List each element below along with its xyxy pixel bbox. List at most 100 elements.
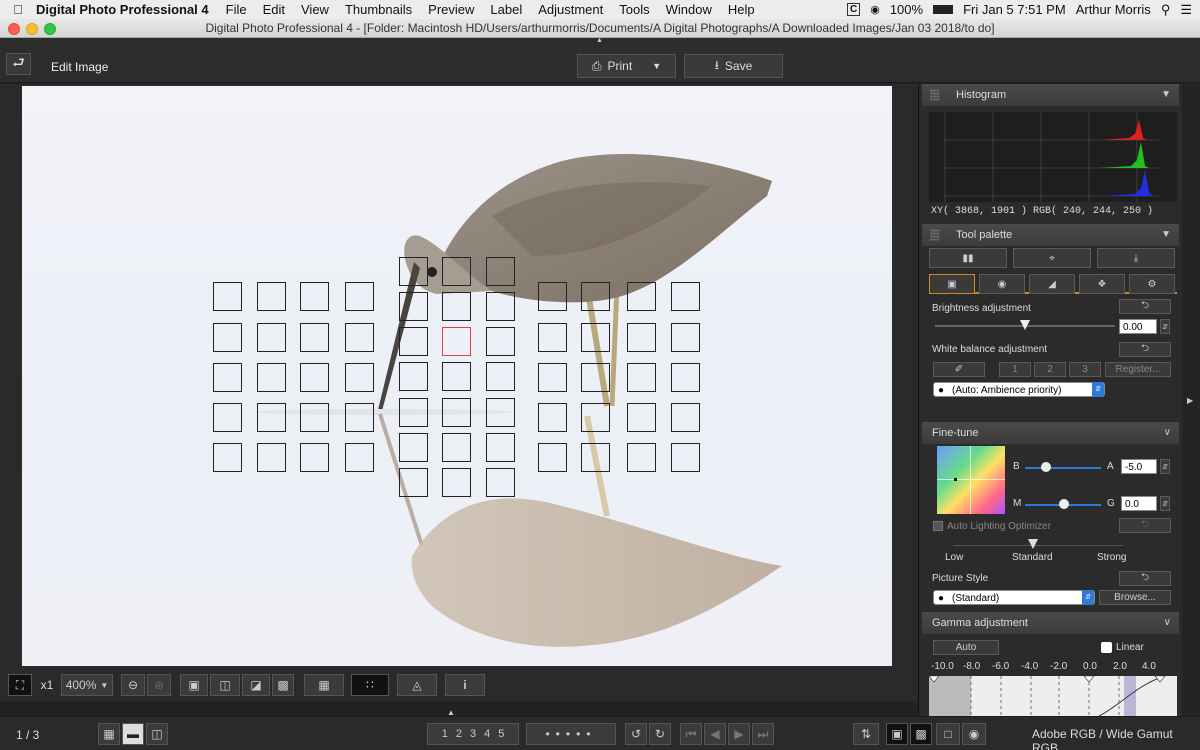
af-point[interactable] bbox=[671, 443, 700, 472]
chevron-down-icon[interactable]: ▼ bbox=[652, 61, 661, 71]
apple-icon[interactable]:  bbox=[0, 2, 36, 17]
app-menu[interactable]: Digital Photo Professional 4 bbox=[36, 2, 209, 17]
check-marks-button[interactable]: ••••• bbox=[526, 723, 616, 745]
clock[interactable]: Fri Jan 5 7:51 PM bbox=[963, 2, 1066, 17]
mg-slider-thumb[interactable] bbox=[1059, 499, 1069, 509]
rotate-right-button[interactable]: ↻ bbox=[649, 723, 671, 745]
af-point[interactable] bbox=[538, 282, 567, 311]
af-point[interactable] bbox=[442, 257, 471, 286]
af-point[interactable] bbox=[399, 327, 428, 356]
af-point[interactable] bbox=[627, 323, 656, 352]
af-point[interactable] bbox=[581, 282, 610, 311]
af-point[interactable] bbox=[399, 257, 428, 286]
g-value-field[interactable]: 0.0 bbox=[1121, 496, 1157, 511]
tab-color[interactable]: ❖ bbox=[1079, 274, 1125, 294]
af-point[interactable] bbox=[581, 323, 610, 352]
af-point[interactable] bbox=[399, 292, 428, 321]
a-value-field[interactable]: -5.0 bbox=[1121, 459, 1157, 474]
af-point[interactable] bbox=[399, 468, 428, 497]
menu-window[interactable]: Window bbox=[666, 2, 712, 17]
fit-screen-button[interactable]: ⛶ bbox=[8, 674, 32, 696]
rating-1[interactable]: 1 bbox=[442, 728, 448, 740]
af-point[interactable] bbox=[581, 443, 610, 472]
tool-crop-button[interactable]: ⌖ bbox=[1013, 248, 1091, 268]
g-stepper[interactable]: ⇵ bbox=[1160, 496, 1170, 511]
wb-register-button[interactable]: Register... bbox=[1105, 362, 1171, 377]
menu-preview[interactable]: Preview bbox=[428, 2, 474, 17]
af-point[interactable] bbox=[442, 362, 471, 391]
tool-palette-header[interactable]: Tool palette ▼ bbox=[922, 224, 1179, 246]
first-image-button[interactable]: ⏮ bbox=[680, 723, 702, 745]
af-point[interactable] bbox=[213, 282, 242, 311]
af-point[interactable] bbox=[257, 403, 286, 432]
tool-stamp-button[interactable]: ⤓ bbox=[1097, 248, 1175, 268]
wb-mode-select[interactable]: ● (Auto: Ambience priority) ⇵ bbox=[933, 382, 1105, 397]
tab-curve[interactable]: ◢ bbox=[1029, 274, 1075, 294]
af-point[interactable] bbox=[581, 363, 610, 392]
close-window-button[interactable] bbox=[8, 23, 20, 35]
af-point[interactable] bbox=[257, 443, 286, 472]
tab-tone[interactable]: ◉ bbox=[979, 274, 1025, 294]
af-point[interactable] bbox=[627, 282, 656, 311]
af-point[interactable] bbox=[213, 403, 242, 432]
af-point[interactable] bbox=[345, 323, 374, 352]
wb-reset-button[interactable]: ⮌ bbox=[1119, 342, 1171, 357]
rating-5[interactable]: 5 bbox=[498, 728, 504, 740]
af-point[interactable] bbox=[300, 363, 329, 392]
info-button[interactable]: i bbox=[445, 674, 485, 696]
gamma-auto-button[interactable]: Auto bbox=[933, 640, 999, 655]
af-point[interactable] bbox=[213, 443, 242, 472]
ba-slider-thumb[interactable] bbox=[1041, 462, 1051, 472]
menu-edit[interactable]: Edit bbox=[263, 2, 285, 17]
af-point[interactable] bbox=[213, 323, 242, 352]
rotate-left-button[interactable]: ↺ bbox=[625, 723, 647, 745]
alo-slider-thumb[interactable] bbox=[1028, 539, 1038, 549]
alo-slider-track[interactable] bbox=[953, 545, 1123, 546]
tab-settings[interactable]: ⚙ bbox=[1129, 274, 1175, 294]
next-image-button[interactable]: ▶ bbox=[728, 723, 750, 745]
print-button[interactable]: ⎙ Print ▼ bbox=[577, 54, 676, 78]
color-wheel[interactable] bbox=[937, 446, 1005, 514]
af-point[interactable] bbox=[486, 398, 515, 427]
layout-button-3[interactable]: □ bbox=[936, 723, 960, 745]
af-point[interactable] bbox=[486, 327, 515, 356]
gamma-header[interactable]: Gamma adjustment ∨ bbox=[922, 612, 1179, 634]
zoom-select[interactable]: 400% ▼ bbox=[61, 674, 113, 696]
af-point[interactable] bbox=[257, 363, 286, 392]
af-points-button[interactable]: ∷ bbox=[351, 674, 389, 696]
af-point[interactable] bbox=[486, 468, 515, 497]
fine-tune-header[interactable]: Fine-tune ∨ bbox=[922, 422, 1179, 444]
af-point[interactable] bbox=[399, 362, 428, 391]
af-point[interactable] bbox=[442, 398, 471, 427]
sort-button[interactable]: ⇅ bbox=[853, 723, 879, 745]
highlight-warning-button[interactable]: ◬ bbox=[397, 674, 437, 696]
zoom-window-button[interactable] bbox=[44, 23, 56, 35]
menu-tools[interactable]: Tools bbox=[619, 2, 649, 17]
wb-eyedropper-button[interactable]: ✐ bbox=[933, 362, 985, 377]
af-point[interactable] bbox=[300, 323, 329, 352]
chevron-down-icon[interactable]: ▼ bbox=[1161, 224, 1171, 246]
af-point[interactable] bbox=[399, 433, 428, 462]
af-point[interactable] bbox=[581, 403, 610, 432]
af-point[interactable] bbox=[627, 403, 656, 432]
af-point[interactable] bbox=[257, 282, 286, 311]
rating-2[interactable]: 2 bbox=[456, 728, 462, 740]
ba-slider-track[interactable] bbox=[1025, 467, 1101, 469]
menu-thumbnails[interactable]: Thumbnails bbox=[345, 2, 412, 17]
wb-preset-3[interactable]: 3 bbox=[1069, 362, 1101, 377]
wb-preset-1[interactable]: 1 bbox=[999, 362, 1031, 377]
split-view-button[interactable]: ◪ bbox=[242, 674, 270, 696]
rating-3[interactable]: 3 bbox=[470, 728, 476, 740]
af-point[interactable] bbox=[671, 403, 700, 432]
af-point[interactable] bbox=[486, 257, 515, 286]
chevron-right-icon[interactable]: ▶ bbox=[1187, 396, 1193, 405]
af-point[interactable] bbox=[257, 323, 286, 352]
af-point[interactable] bbox=[300, 443, 329, 472]
wb-preset-2[interactable]: 2 bbox=[1034, 362, 1066, 377]
af-point[interactable] bbox=[538, 363, 567, 392]
af-point-selected[interactable] bbox=[442, 327, 471, 356]
wifi-icon[interactable]: ◉ bbox=[870, 3, 880, 16]
picture-style-select[interactable]: ● (Standard) ⇵ bbox=[933, 590, 1095, 605]
layout-button-2[interactable]: ▩ bbox=[910, 723, 932, 745]
minimize-window-button[interactable] bbox=[26, 23, 38, 35]
